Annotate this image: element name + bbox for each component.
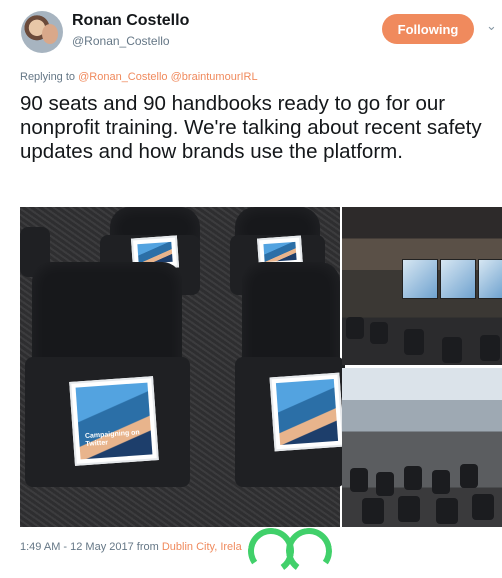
tweet-text: 90 seats and 90 handbooks ready to go fo… (20, 92, 482, 163)
handbook (269, 372, 345, 452)
following-button[interactable]: Following (382, 14, 474, 44)
tweet-media[interactable]: Campaigning on Twitter (20, 207, 502, 527)
author-handle[interactable]: @Ronan_Costello (72, 34, 170, 48)
projection-screen (402, 259, 438, 299)
handbook-title: Campaigning on Twitter (84, 429, 140, 449)
chair (480, 335, 500, 361)
handbook: Campaigning on Twitter (69, 376, 159, 466)
chair (376, 472, 394, 496)
projection-screen (440, 259, 476, 299)
reply-prefix: Replying to (20, 71, 76, 83)
chair (436, 498, 458, 524)
chair (398, 496, 420, 522)
chair (404, 466, 422, 490)
avatar[interactable] (21, 11, 63, 53)
chair (432, 470, 450, 494)
location-link[interactable]: Dublin City, Irela (162, 541, 242, 553)
chair (472, 494, 494, 520)
mention-link[interactable]: @Ronan_Costello (78, 71, 167, 83)
chair (460, 464, 478, 488)
timestamp[interactable]: 1:49 AM - 12 May 2017 from (20, 541, 159, 553)
chair (404, 329, 424, 355)
photo-seating-rows[interactable] (342, 368, 502, 527)
chair (370, 322, 388, 344)
chair (362, 498, 384, 524)
mention-link[interactable]: @braintumourIRL (171, 71, 258, 83)
tweet-footer: 1:49 AM - 12 May 2017 from Dublin City, … (20, 541, 242, 553)
photo-training-room[interactable] (342, 207, 502, 365)
photo-chairs-handbooks[interactable]: Campaigning on Twitter (20, 207, 345, 527)
chevron-down-icon[interactable]: ⌄ (486, 18, 497, 34)
chair (442, 337, 462, 363)
projection-screen (478, 259, 502, 299)
reply-context: Replying to @Ronan_Costello @braintumour… (20, 71, 258, 83)
chair (346, 317, 364, 339)
watermark-icon (282, 524, 336, 578)
chair (350, 468, 368, 492)
author-name[interactable]: Ronan Costello (72, 12, 189, 30)
